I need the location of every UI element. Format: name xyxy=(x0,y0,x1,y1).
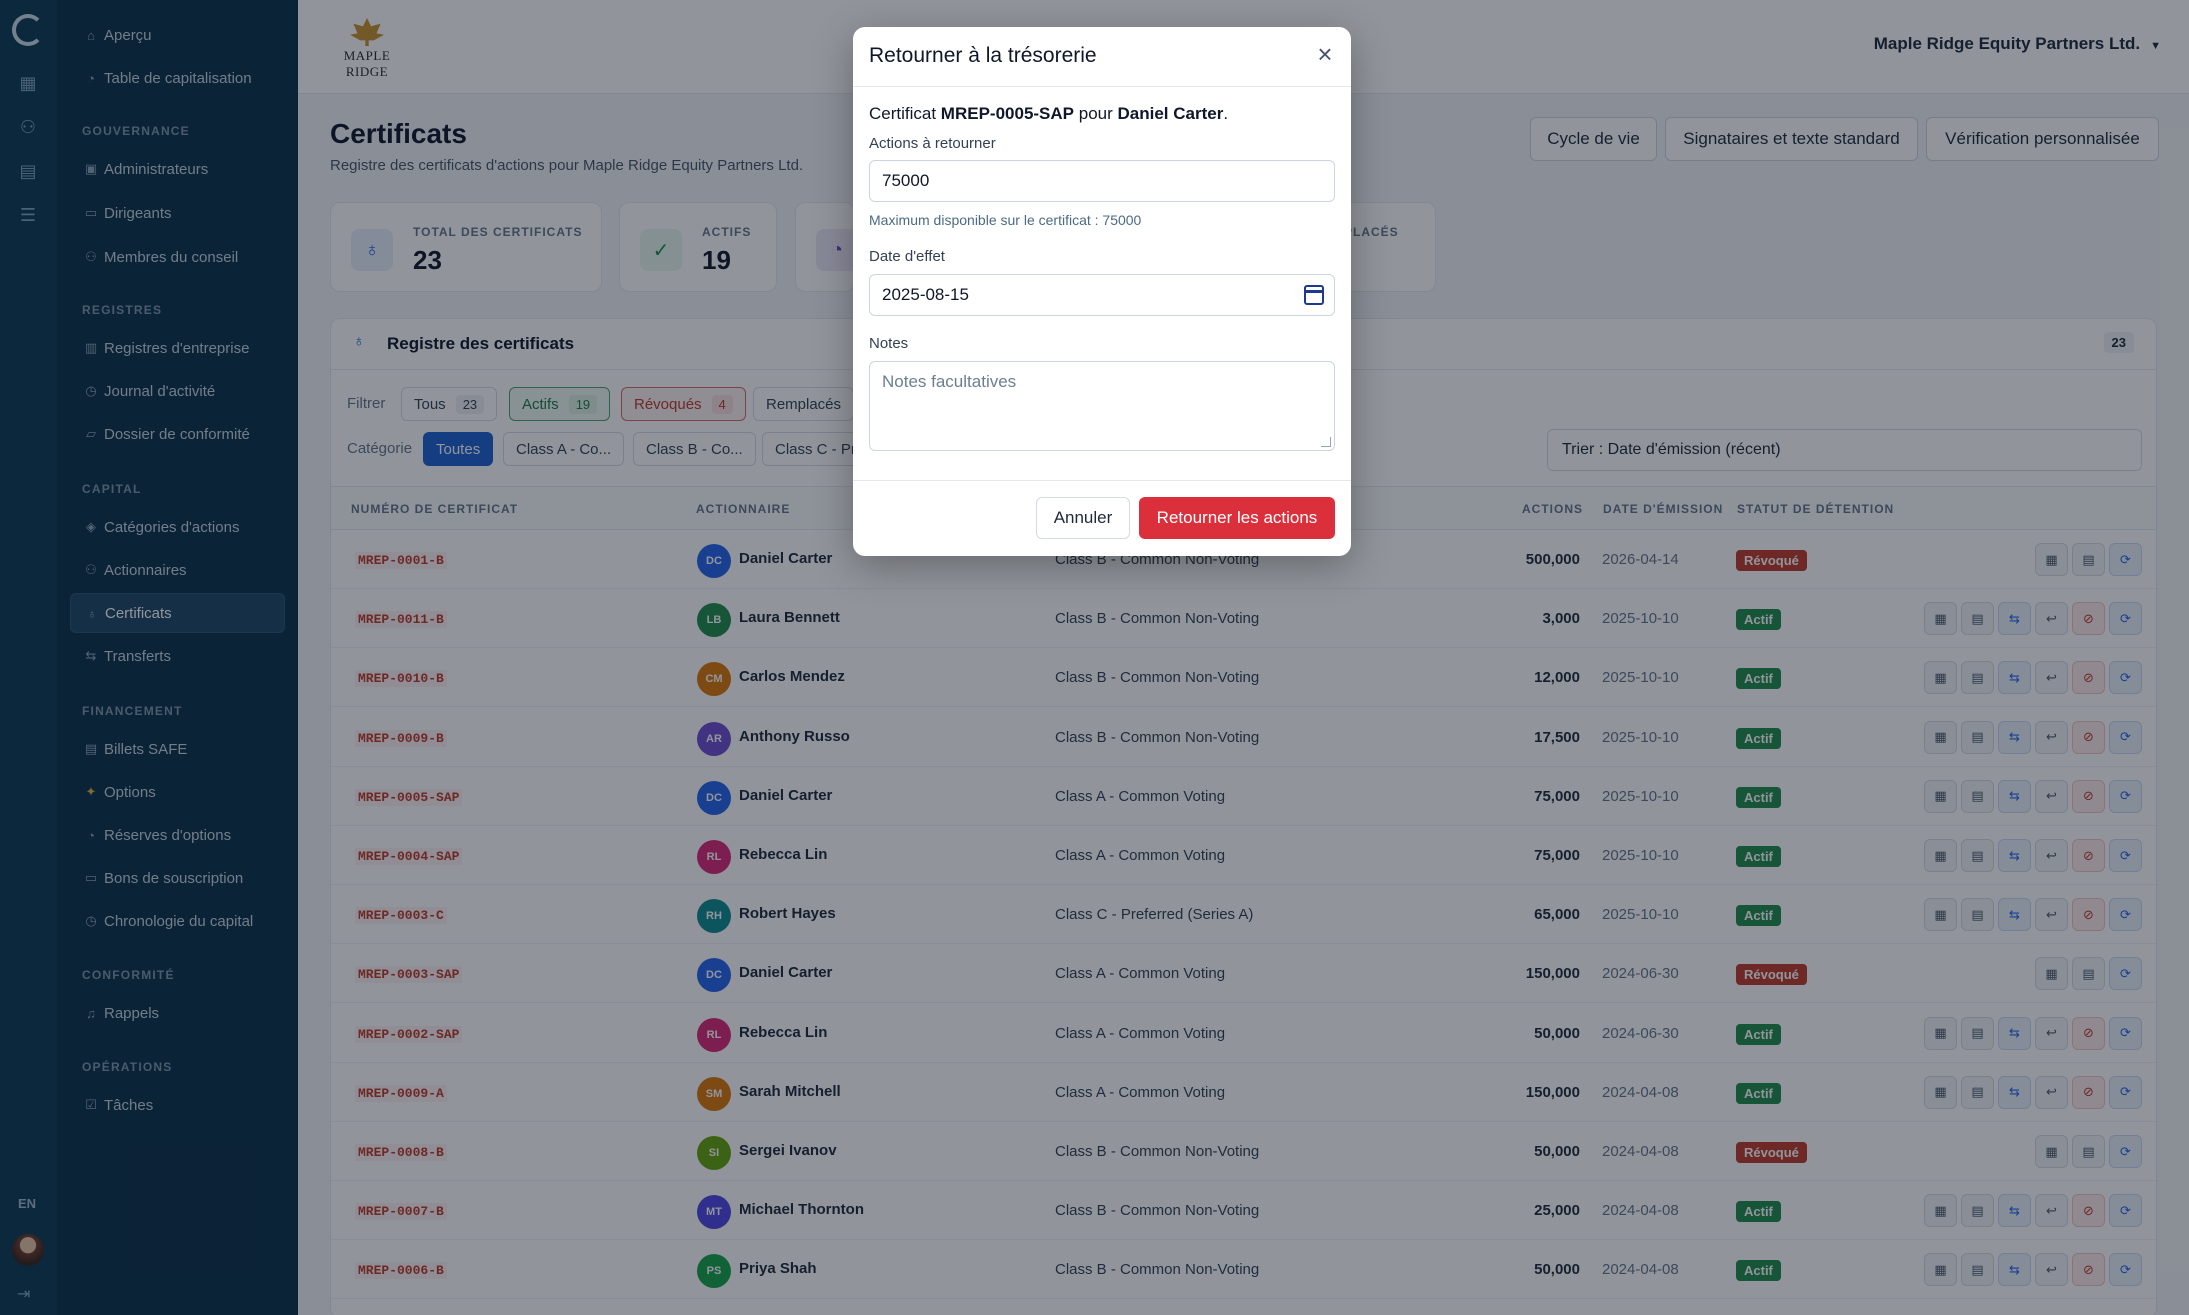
cancel-button[interactable]: Annuler xyxy=(1036,497,1130,539)
return-shares-button[interactable]: Retourner les actions xyxy=(1139,497,1335,539)
notes-textarea[interactable]: Notes facultatives xyxy=(869,361,1335,451)
shares-hint: Maximum disponible sur le certificat : 7… xyxy=(869,212,1142,228)
modal-intro: Certificat MREP-0005-SAP pour Daniel Car… xyxy=(869,104,1229,123)
resize-handle-icon[interactable] xyxy=(1321,437,1331,447)
shares-label: Actions à retourner xyxy=(869,135,996,152)
date-label: Date d'effet xyxy=(869,248,945,265)
modal-body: Certificat MREP-0005-SAP pour Daniel Car… xyxy=(869,104,1335,451)
date-input[interactable]: 2025-08-15 xyxy=(869,274,1335,316)
close-icon[interactable]: × xyxy=(1313,41,1337,67)
modal-footer: Annuler Retourner les actions xyxy=(853,480,1351,556)
modal-header: Retourner à la trésorerie × xyxy=(853,27,1351,87)
calendar-icon[interactable] xyxy=(1304,285,1324,305)
return-to-treasury-modal: Retourner à la trésorerie × Certificat M… xyxy=(853,27,1351,556)
shares-input[interactable]: 75000 xyxy=(869,160,1335,202)
notes-label: Notes xyxy=(869,335,909,352)
modal-title: Retourner à la trésorerie xyxy=(869,44,1097,67)
